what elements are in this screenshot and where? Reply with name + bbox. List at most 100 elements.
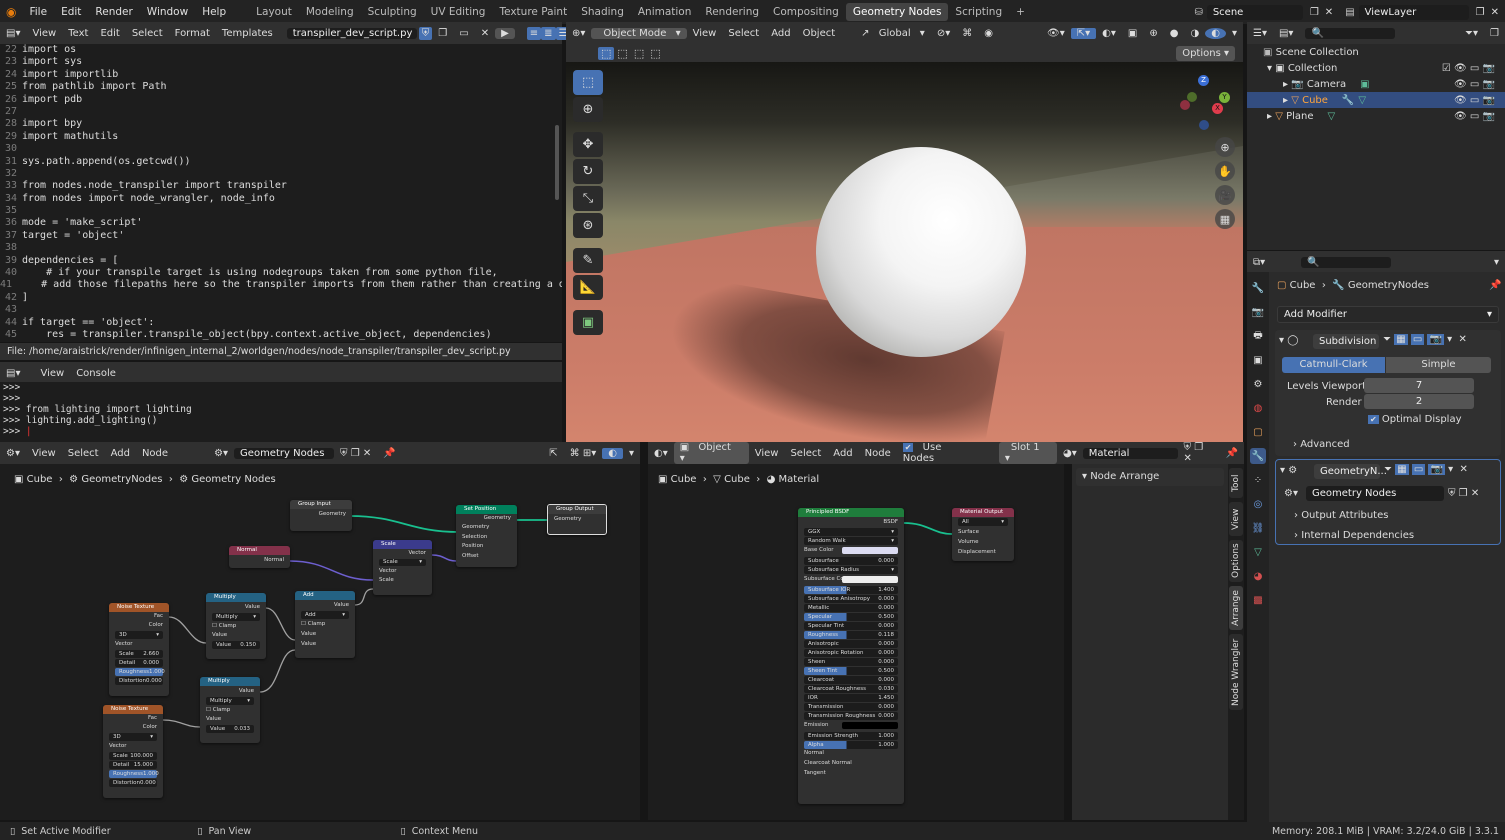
node-editor-type-icon[interactable]: ⚙▾ [0,448,26,459]
outliner-search-input[interactable]: 🔍 [1305,27,1396,39]
group-input-node[interactable]: Group Input Geometry [290,500,352,531]
optimal-display-checkbox[interactable]: ✔ Optimal Display [1368,414,1462,425]
set-position-node[interactable]: Set Position Geometry Geometry Selection… [456,505,517,567]
scale-node[interactable]: Scale Vector Scale ▾ Vector Scale [373,540,432,595]
word-wrap-icon[interactable]: ≣ [541,26,556,40]
shader-type-dropdown[interactable]: ▣ Object ▾ [673,442,749,464]
group-output-node[interactable]: Group Output Geometry [547,504,607,535]
render-levels-field[interactable]: 2 [1364,394,1474,409]
add-math-node[interactable]: Add Value Add ▾ ☐ Clamp Value Value [295,591,355,658]
viewport-editor-type-icon[interactable]: ⊕▾ [566,28,591,39]
outliner-row-plane[interactable]: ▸ ▽ Plane ▽ 👁 ▭ 📷 [1247,108,1505,124]
rotate-tool-icon[interactable]: ↻ [573,159,603,184]
bsdf-input-row[interactable]: Transmission Roughness 0.000 [804,711,898,720]
tab-layout[interactable]: Layout [249,3,299,21]
geometry-node-canvas[interactable]: ▣ Cube › ⚙ GeometryNodes › ⚙ Geometry No… [0,464,640,820]
sidebar-tab-arrange[interactable]: Arrange [1229,586,1243,630]
tab-animation[interactable]: Animation [631,3,699,21]
sidebar-tab-node-wrangler[interactable]: Node Wrangler [1229,634,1243,710]
parent-node-icon[interactable]: ⇱ [543,448,563,459]
tab-rendering[interactable]: Rendering [698,3,766,21]
select-extend-icon[interactable]: ⬚ [614,47,630,60]
shader-menu-node[interactable]: Node [859,448,897,459]
tab-texture-paint[interactable]: Texture Paint [492,3,574,21]
bsdf-input-row[interactable]: Subsurface Colo [798,575,904,585]
material-output-node[interactable]: Material Output All ▾ Surface Volume Disp… [952,508,1014,561]
node-menu-view[interactable]: View [26,448,62,459]
shading-options-icon[interactable]: ▾ [1226,28,1243,39]
use-nodes-checkbox[interactable]: ✔ Use Nodes [897,442,985,464]
bsdf-input-row[interactable]: Base Color [798,546,904,556]
object-tab-icon[interactable]: ▢ [1250,424,1266,440]
material-browse-icon[interactable]: ◕▾ [1057,448,1083,459]
proportional-edit-icon[interactable]: ◉ [978,28,999,39]
slot-dropdown[interactable]: Slot 1 ▾ [998,442,1058,464]
delete-view-layer-icon[interactable]: ✕ [1488,7,1505,18]
select-intersect-icon[interactable]: ⬚ [647,47,663,60]
bsdf-input-row[interactable]: Specular 0.500 [804,612,898,621]
sidebar-tab-tool[interactable]: Tool [1229,468,1243,498]
ortho-grid-icon[interactable]: ▦ [1215,209,1235,229]
add-modifier-dropdown[interactable]: Add Modifier ▾ [1277,306,1499,323]
node-overlay-dropdown[interactable]: ▾ [623,448,640,459]
select-subtract-icon[interactable]: ⬚ [631,47,647,60]
tab-compositing[interactable]: Compositing [766,3,846,21]
text-filename-field[interactable]: transpiler_dev_script.py [286,27,417,39]
node-group-field[interactable]: Geometry Nodes [1306,486,1444,501]
tab-modeling[interactable]: Modeling [299,3,361,21]
xray-icon[interactable]: ▣ [1122,28,1143,39]
sidebar-tab-view[interactable]: View [1229,502,1243,536]
material-shading-icon[interactable]: ◑ [1185,28,1206,39]
text-shield-icon[interactable]: ⛨ [418,26,433,40]
node-arrange-panel[interactable]: ▾ Node Arrange [1076,468,1224,486]
bsdf-input-row[interactable]: Sheen Tint 0.500 [804,666,898,675]
python-console[interactable]: >>> >>> >>> from lighting import lightin… [0,382,562,442]
bsdf-input-row[interactable]: Emission [798,721,904,731]
display-mode-icon[interactable]: ▤▾ [1273,28,1299,39]
node-snap-icon[interactable]: ⌘ ⊞▾ [564,448,603,459]
3d-viewport[interactable] [566,62,1243,442]
new-view-layer-icon[interactable]: ❐ [1473,7,1488,18]
internal-dependencies-subpanel[interactable]: › Internal Dependencies [1294,530,1414,541]
open-text-icon[interactable]: ▭ [453,28,474,39]
add-workspace-icon[interactable]: + [1009,3,1032,21]
bsdf-input-row[interactable]: Anisotropic 0.000 [804,639,898,648]
visibility-icon[interactable]: 👁▾ [1041,28,1071,39]
node-menu-add[interactable]: Add [105,448,136,459]
menu-render[interactable]: Render [88,6,139,18]
console-editor-type-icon[interactable]: ▤▾ [0,368,26,379]
text-menu-view[interactable]: View [26,28,62,39]
viewport-menu-view[interactable]: View [687,28,723,39]
multiply-math-node[interactable]: Multiply Value Multiply ▾ ☐ Clamp Value V… [206,593,266,659]
bsdf-input-row[interactable]: Clearcoat Normal [798,759,904,769]
material-tab-icon[interactable]: ◕ [1250,568,1266,584]
menu-edit[interactable]: Edit [54,6,88,18]
filter-icon[interactable]: ⏷▾ [1459,28,1484,39]
tool-tab-icon[interactable]: 🔧 [1250,280,1266,296]
shader-menu-add[interactable]: Add [827,448,858,459]
shader-node-canvas[interactable]: ▣ Cube › ▽ Cube › ◕ Material Principled … [648,464,1064,820]
subdivision-name-field[interactable]: Subdivision [1313,334,1379,349]
catmull-clark-button[interactable]: Catmull-Clark [1282,357,1385,373]
bsdf-input-row[interactable]: Metallic 0.000 [804,603,898,612]
sidebar-tab-options[interactable]: Options [1229,540,1243,582]
node-group-dropdown[interactable]: ⚙▾ [174,448,234,459]
tab-shading[interactable]: Shading [574,3,631,21]
noise-texture-node[interactable]: Noise Texture Fac Color 3D ▾ Vector Scale… [103,705,163,798]
tab-sculpting[interactable]: Sculpting [361,3,424,21]
gizmo-icon[interactable]: ⇱▾ [1070,27,1097,39]
close-text-icon[interactable]: ✕ [475,28,495,39]
scrollbar[interactable] [555,125,559,200]
bsdf-input-row[interactable]: Clearcoat 0.000 [804,675,898,684]
solid-shading-icon[interactable]: ● [1164,28,1185,39]
node-group-actions[interactable]: ⛨ ❐ ✕ [1448,488,1479,499]
bsdf-input-row[interactable]: Specular Tint 0.000 [804,621,898,630]
console-prompt[interactable]: >>> | [3,426,562,437]
advanced-subpanel[interactable]: › Advanced [1293,439,1350,450]
node-overlay-icon[interactable]: ◐ [602,447,623,459]
noise-texture-node[interactable]: Noise Texture Fac Color 3D ▾ Vector Scale… [109,603,169,696]
object-mode-dropdown[interactable]: Object Mode ▾ [591,27,687,39]
transform-tool-icon[interactable]: ⊛ [573,213,603,238]
snap-icon[interactable]: ⌘ [956,28,978,39]
geonodes-toggle-icons[interactable]: ⏷ ▦ ▭ 📷 ▾ ✕ [1384,464,1468,475]
